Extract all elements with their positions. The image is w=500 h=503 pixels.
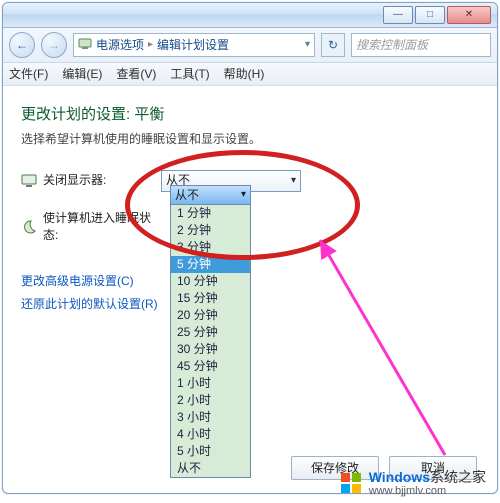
minimize-button[interactable]: — bbox=[383, 6, 413, 24]
moon-icon bbox=[21, 219, 37, 235]
menu-help[interactable]: 帮助(H) bbox=[224, 66, 265, 83]
watermark: Windows系统之家 www.bjjmlv.com bbox=[339, 470, 486, 497]
watermark-url: www.bjjmlv.com bbox=[369, 485, 486, 497]
sleep-dropdown-list: 1 分钟2 分钟3 分钟5 分钟10 分钟15 分钟20 分钟25 分钟30 分… bbox=[171, 205, 250, 477]
chevron-right-icon: ▸ bbox=[148, 38, 153, 52]
sleep-option[interactable]: 45 分钟 bbox=[171, 358, 250, 375]
page-subtitle: 选择希望计算机使用的睡眠设置和显示设置。 bbox=[21, 131, 479, 148]
sleep-dropdown-head[interactable]: 从不 ▾ bbox=[171, 186, 250, 205]
sleep-option[interactable]: 10 分钟 bbox=[171, 273, 250, 290]
sleep-option[interactable]: 20 分钟 bbox=[171, 307, 250, 324]
menu-file[interactable]: 文件(F) bbox=[9, 66, 48, 83]
watermark-brand: Windows系统之家 bbox=[369, 470, 486, 485]
sleep-option[interactable]: 4 小时 bbox=[171, 426, 250, 443]
refresh-button[interactable]: ↻ bbox=[321, 33, 345, 57]
windows-logo-icon bbox=[339, 471, 363, 495]
chevron-down-icon[interactable]: ▾ bbox=[305, 38, 310, 52]
sleep-dropdown[interactable]: 从不 ▾ 1 分钟2 分钟3 分钟5 分钟10 分钟15 分钟20 分钟25 分… bbox=[170, 185, 251, 478]
menu-view[interactable]: 查看(V) bbox=[116, 66, 156, 83]
forward-button[interactable]: → bbox=[41, 32, 67, 58]
sleep-option[interactable]: 5 小时 bbox=[171, 443, 250, 460]
search-placeholder: 搜索控制面板 bbox=[356, 37, 428, 54]
crumb-parent[interactable]: 电源选项 bbox=[96, 37, 144, 54]
menu-tools[interactable]: 工具(T) bbox=[170, 66, 209, 83]
sleep-dropdown-value: 从不 bbox=[175, 187, 199, 204]
close-button[interactable]: ✕ bbox=[447, 6, 491, 24]
label-sleep: 使计算机进入睡眠状态: bbox=[43, 210, 161, 244]
sleep-option[interactable]: 1 分钟 bbox=[171, 205, 250, 222]
menu-edit[interactable]: 编辑(E) bbox=[62, 66, 102, 83]
sleep-option[interactable]: 1 小时 bbox=[171, 375, 250, 392]
window-buttons: — □ ✕ bbox=[383, 6, 491, 24]
sleep-option[interactable]: 2 分钟 bbox=[171, 222, 250, 239]
titlebar: — □ ✕ bbox=[3, 3, 497, 28]
sleep-option[interactable]: 5 分钟 bbox=[171, 256, 250, 273]
label-display-off: 关闭显示器: bbox=[43, 172, 106, 189]
control-panel-icon bbox=[78, 36, 92, 55]
chevron-down-icon: ▾ bbox=[241, 188, 246, 202]
crumb-current[interactable]: 编辑计划设置 bbox=[157, 37, 229, 54]
chevron-down-icon: ▾ bbox=[291, 174, 296, 188]
sleep-option[interactable]: 从不 bbox=[171, 460, 250, 477]
sleep-option[interactable]: 30 分钟 bbox=[171, 341, 250, 358]
maximize-button[interactable]: □ bbox=[415, 6, 445, 24]
page-title: 更改计划的设置: 平衡 bbox=[21, 104, 479, 125]
breadcrumb[interactable]: 电源选项 ▸ 编辑计划设置 ▾ bbox=[73, 33, 315, 57]
sleep-option[interactable]: 25 分钟 bbox=[171, 324, 250, 341]
sleep-option[interactable]: 3 分钟 bbox=[171, 239, 250, 256]
sleep-option[interactable]: 2 小时 bbox=[171, 392, 250, 409]
monitor-icon bbox=[21, 173, 37, 189]
search-input[interactable]: 搜索控制面板 bbox=[351, 33, 491, 57]
nav-row: ← → 电源选项 ▸ 编辑计划设置 ▾ ↻ 搜索控制面板 bbox=[3, 28, 497, 63]
sleep-option[interactable]: 3 小时 bbox=[171, 409, 250, 426]
sleep-option[interactable]: 15 分钟 bbox=[171, 290, 250, 307]
back-button[interactable]: ← bbox=[9, 32, 35, 58]
menubar: 文件(F) 编辑(E) 查看(V) 工具(T) 帮助(H) bbox=[3, 63, 497, 86]
